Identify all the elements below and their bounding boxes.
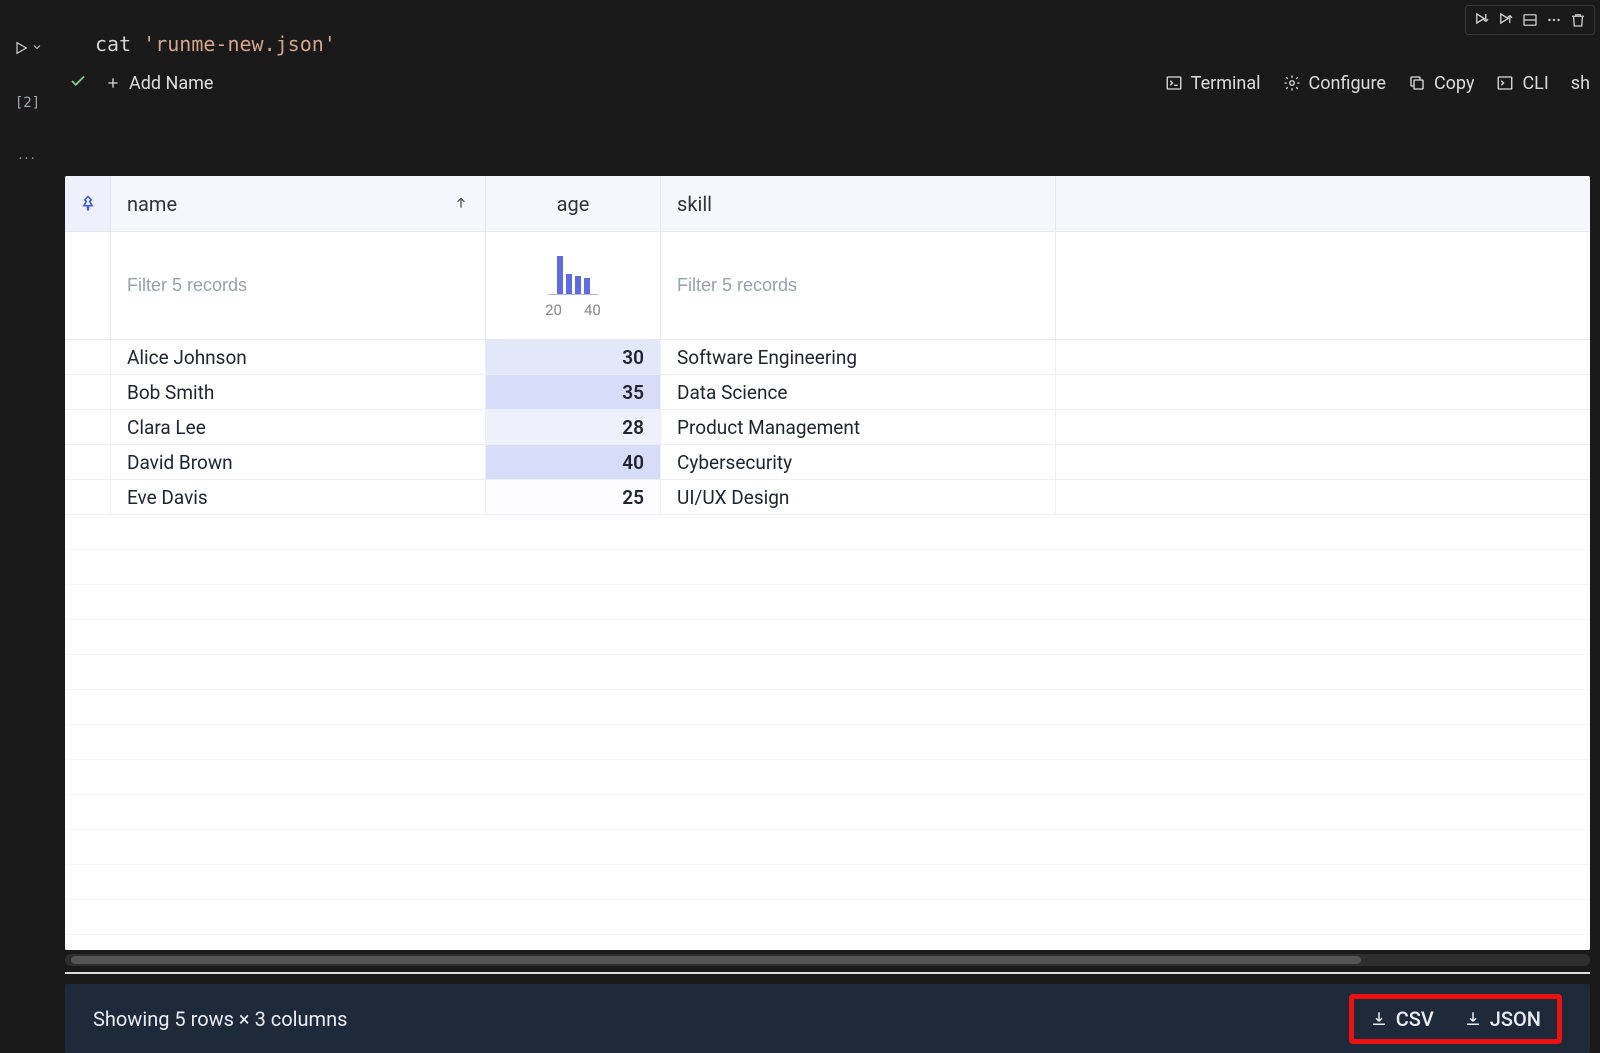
status-bar: Showing 5 rows × 3 columns CSV JSON [65, 984, 1590, 1053]
gutter-more-icon[interactable]: ··· [18, 149, 37, 168]
hist-bar [575, 276, 581, 294]
cell-age: 35 [486, 375, 661, 409]
split-cell-icon[interactable] [1518, 8, 1542, 32]
table-row[interactable]: David Brown40Cybersecurity [65, 445, 1590, 480]
cell-age: 40 [486, 445, 661, 479]
cell-age: 28 [486, 410, 661, 444]
table-row[interactable]: Bob Smith35Data Science [65, 375, 1590, 410]
cell-skill: Software Engineering [661, 340, 1056, 374]
add-name-button[interactable]: Add Name [105, 73, 213, 94]
notebook-cell-toolbar [1465, 5, 1595, 35]
cell-name: Alice Johnson [111, 340, 486, 374]
cli-button[interactable]: CLI [1496, 73, 1548, 94]
age-histogram[interactable]: 20 40 [486, 232, 661, 339]
cell-age: 30 [486, 340, 661, 374]
column-header-age[interactable]: age [486, 176, 661, 231]
hist-bar [557, 256, 563, 294]
code-text: cat [95, 32, 143, 56]
table-header-row: name age skill [65, 176, 1590, 232]
cell-skill: Cybersecurity [661, 445, 1056, 479]
empty-rows-area [65, 515, 1590, 950]
code-cell[interactable]: cat 'runme-new.json' [55, 32, 1590, 56]
cell-name: Eve Davis [111, 480, 486, 514]
status-text: Showing 5 rows × 3 columns [93, 1007, 347, 1031]
cell-skill: Data Science [661, 375, 1056, 409]
sort-asc-icon[interactable] [453, 192, 469, 216]
pin-column-icon[interactable] [65, 176, 111, 231]
horizontal-scrollbar[interactable] [65, 954, 1590, 966]
language-indicator[interactable]: sh [1571, 73, 1590, 94]
chevron-down-icon[interactable] [31, 38, 43, 57]
notebook-gutter: [2] ··· [0, 0, 55, 168]
run-below-icon[interactable] [1494, 8, 1518, 32]
hist-label-max: 40 [584, 301, 601, 319]
filter-skill-input[interactable] [677, 275, 1039, 296]
code-string: 'runme-new.json' [143, 32, 336, 56]
column-header-blank [1056, 176, 1590, 231]
hist-bar [584, 278, 590, 294]
add-name-label: Add Name [129, 73, 213, 94]
download-group-highlight: CSV JSON [1349, 994, 1562, 1044]
cell-name: Bob Smith [111, 375, 486, 409]
column-header-skill[interactable]: skill [661, 176, 1056, 231]
cell-skill: Product Management [661, 410, 1056, 444]
scrollbar-thumb[interactable] [71, 956, 1361, 964]
more-actions-icon[interactable] [1542, 8, 1566, 32]
output-panel: name age skill 20 40 Alice Johnson30Soft… [65, 176, 1590, 950]
table-filter-row: 20 40 [65, 232, 1590, 340]
download-json-button[interactable]: JSON [1464, 1007, 1541, 1031]
hist-label-min: 20 [545, 301, 562, 319]
run-cell-button[interactable] [13, 38, 43, 57]
column-header-name[interactable]: name [111, 176, 486, 231]
success-check-icon [69, 72, 87, 94]
download-csv-button[interactable]: CSV [1370, 1007, 1434, 1031]
open-terminal-button[interactable]: Terminal [1165, 73, 1261, 94]
table-row[interactable]: Eve Davis25UI/UX Design [65, 480, 1590, 515]
hist-bar [566, 274, 572, 294]
output-divider [65, 972, 1590, 974]
table-row[interactable]: Clara Lee28Product Management [65, 410, 1590, 445]
run-above-icon[interactable] [1470, 8, 1494, 32]
cell-index: [2] [15, 95, 40, 111]
cell-skill: UI/UX Design [661, 480, 1056, 514]
cell-meta-row: Add Name Terminal Configure Copy [55, 66, 1590, 100]
table-row[interactable]: Alice Johnson30Software Engineering [65, 340, 1590, 375]
configure-button[interactable]: Configure [1283, 73, 1386, 94]
cell-name: David Brown [111, 445, 486, 479]
copy-button[interactable]: Copy [1408, 73, 1475, 94]
filter-name-input[interactable] [127, 275, 469, 296]
cell-name: Clara Lee [111, 410, 486, 444]
delete-cell-icon[interactable] [1566, 8, 1590, 32]
cell-age: 25 [486, 480, 661, 514]
